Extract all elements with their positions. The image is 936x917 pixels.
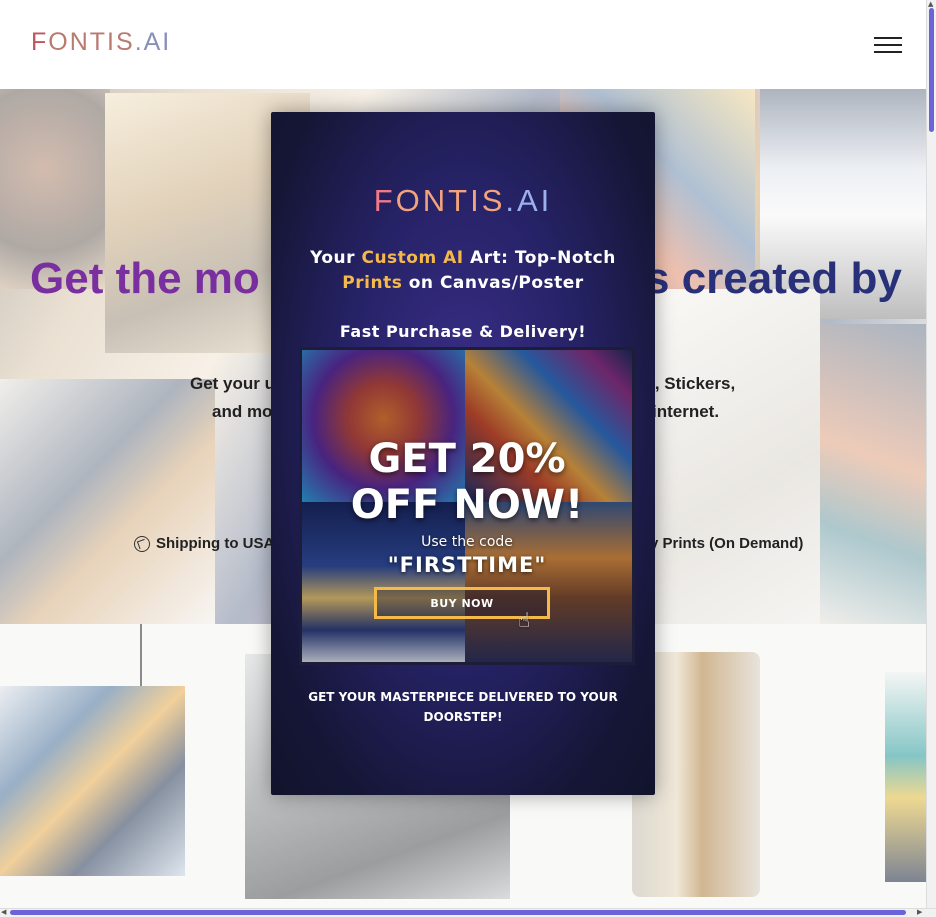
headline-accent: Custom AI (361, 248, 464, 268)
headline-accent: Prints (342, 273, 403, 293)
modal-footer: GET YOUR MASTERPIECE DELIVERED TO YOUR D… (291, 687, 635, 727)
modal-logo-ontis: ONTIS (395, 183, 506, 218)
logo-text-ontis: ONTIS (48, 28, 135, 56)
promo-use-text: Use the code (421, 534, 513, 550)
headline-text: on Canvas/Poster (402, 273, 584, 293)
vertical-scrollbar[interactable] (926, 0, 936, 908)
logo-text-ai: .AI (134, 28, 172, 56)
modal-logo-f: F (373, 183, 396, 218)
headline-text: Your (310, 248, 362, 268)
scroll-left-arrow-icon[interactable]: ◀ (1, 909, 6, 916)
promo-modal: FONTIS.AI Your Custom AI Art: Top-Notch … (271, 112, 655, 795)
promo-code: "FIRSTTIME" (387, 553, 547, 577)
fast-purchase-text: Fast Purchase & Delivery! (339, 322, 587, 341)
site-logo[interactable]: FONTIS.AI (31, 30, 171, 55)
promo-banner[interactable]: GET 20% OFF NOW! Use the code "FIRSTTIME… (299, 347, 635, 665)
modal-footer-line: GET YOUR MASTERPIECE DELIVERED TO YOUR (308, 690, 618, 704)
page: FONTIS.AI Get the mo s created by Get yo… (0, 0, 926, 908)
hero-subtitle-text: internet. (652, 402, 720, 421)
site-header: FONTIS.AI (0, 0, 926, 90)
feature-shipping: Shipping to USA (134, 535, 274, 552)
scroll-up-arrow-icon[interactable]: ▲ (928, 1, 933, 8)
headline-text: Art: Top-Notch (463, 248, 616, 268)
pointer-hand-icon: ☝ (518, 608, 531, 632)
modal-logo: FONTIS.AI (271, 185, 655, 216)
feature-shipping-label: Shipping to USA (156, 535, 275, 552)
promo-discount: GET 20% OFF NOW! (302, 436, 632, 528)
modal-footer-line: DOORSTEP! (423, 710, 503, 724)
scroll-right-arrow-icon[interactable]: ▶ (917, 909, 922, 916)
hero-subtitle-text: Get your u (190, 374, 276, 393)
promo-discount-line: OFF NOW! (350, 482, 584, 528)
vertical-scroll-thumb[interactable] (929, 8, 934, 132)
promo-discount-line: GET 20% (368, 436, 566, 482)
hamburger-menu-icon[interactable] (874, 35, 904, 55)
horizontal-scroll-thumb[interactable] (10, 910, 906, 915)
feature-prints: y Prints (On Demand) (650, 535, 804, 552)
globe-icon (134, 535, 150, 552)
logo-text-f: F (31, 28, 49, 56)
hero-title-left: Get the mo (30, 254, 260, 303)
hero-subtitle-text: and mo (212, 402, 273, 421)
modal-logo-ai: .AI (505, 183, 553, 218)
modal-headline: Your Custom AI Art: Top-Notch Prints on … (271, 246, 655, 296)
hero-title-right: s created by (645, 254, 902, 303)
